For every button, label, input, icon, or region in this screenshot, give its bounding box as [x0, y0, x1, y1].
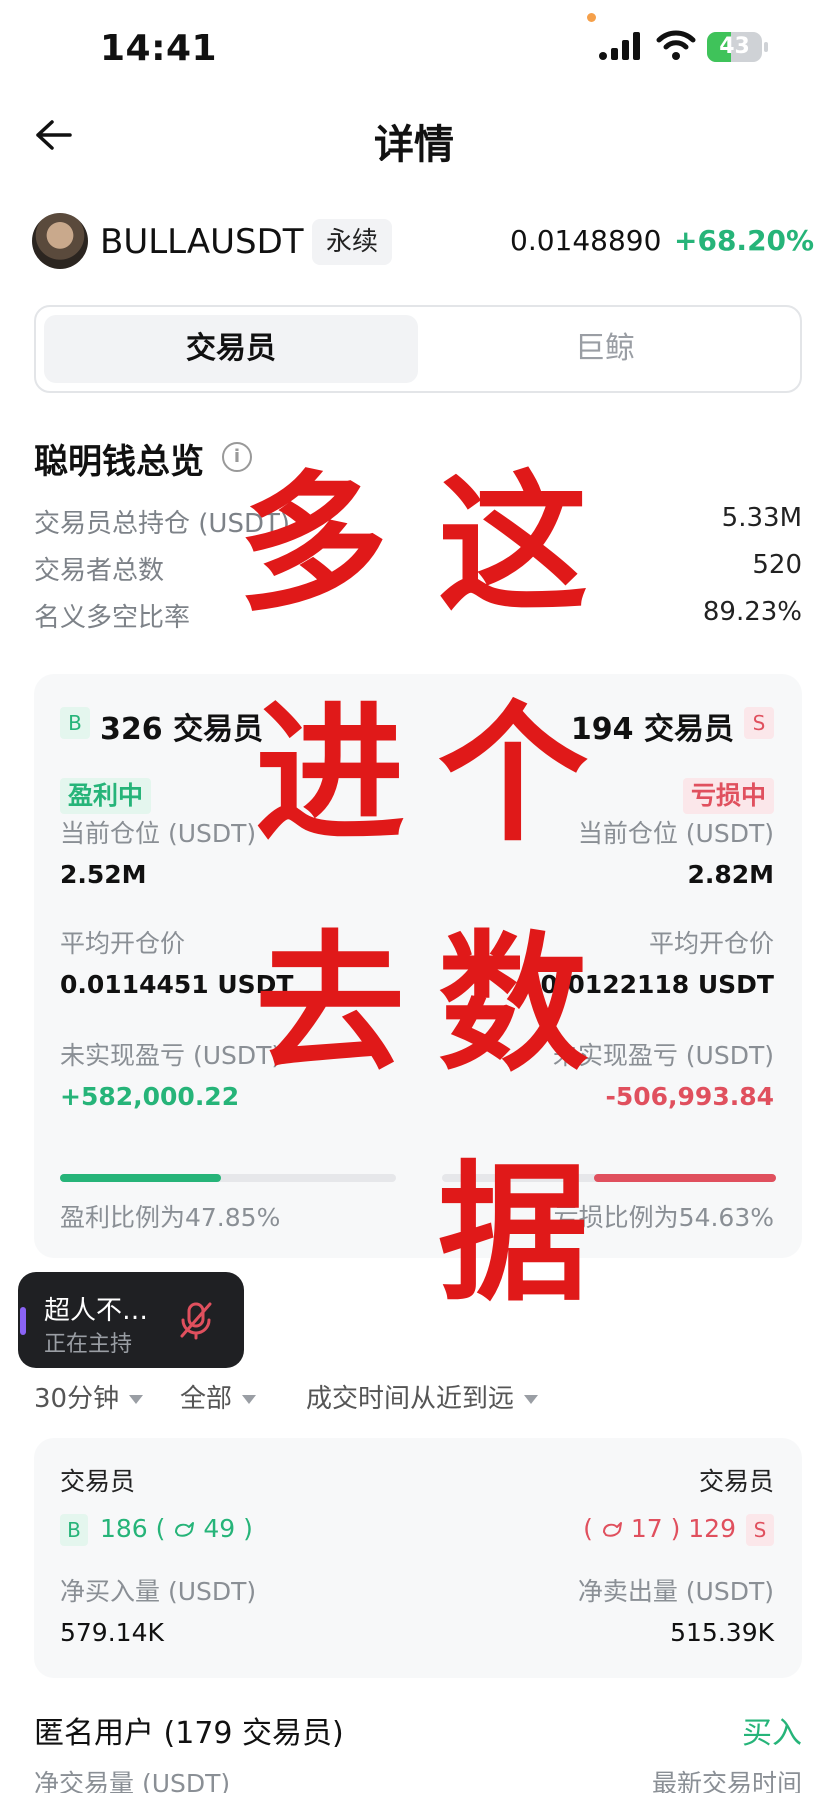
status-time: 14:41 — [100, 28, 218, 69]
coin-change: +68.20% — [674, 224, 815, 257]
long-pnl-value: +582,000.22 — [60, 1082, 240, 1111]
whale-icon — [175, 1522, 195, 1537]
battery-level: 43 — [719, 34, 750, 59]
net-buy-value: 579.14K — [60, 1618, 164, 1647]
sort-filter-label: 成交时间从近到远 — [306, 1384, 515, 1414]
battery-icon: 43 — [707, 32, 768, 62]
wifi-icon — [656, 30, 696, 60]
page-title: 详情 — [374, 122, 454, 168]
sell-badge: S — [746, 1514, 774, 1546]
overlay-char: 数 — [438, 918, 589, 1092]
overlay-char: 这 — [438, 458, 589, 632]
buy-badge: B — [60, 1514, 88, 1546]
net-buy-label: 净买入量 (USDT) — [60, 1577, 257, 1606]
stat-value: 5.33M — [721, 503, 802, 533]
sell-count: 129 — [688, 1514, 736, 1543]
stat-value: 520 — [752, 550, 802, 580]
caret-down-icon — [242, 1395, 257, 1404]
sell-traders-label: 交易员 — [698, 1467, 774, 1496]
caret-down-icon — [129, 1395, 144, 1404]
interval-filter[interactable]: 30分钟 — [34, 1378, 144, 1415]
coin-price: 0.0148890 — [510, 224, 662, 257]
long-trader-count: 326 交易员 — [100, 712, 264, 747]
short-pnl-value: -506,993.84 — [605, 1082, 774, 1111]
net-sell-value: 515.39K — [670, 1618, 774, 1647]
tab-traders[interactable]: 交易员 — [44, 315, 418, 383]
buy-whale-count: 49 — [203, 1514, 236, 1543]
short-position-label: 当前仓位 (USDT) — [577, 819, 774, 848]
scope-filter-label: 全部 — [180, 1384, 233, 1414]
net-volume-column-header: 净交易量 (USDT) — [34, 1769, 231, 1793]
mic-off-icon[interactable] — [174, 1298, 218, 1342]
live-host-name: 超人不… — [44, 1296, 149, 1326]
long-profit-bar-fill — [60, 1174, 221, 1182]
live-indicator — [20, 1307, 26, 1335]
section-title: 聪明钱总览 — [34, 442, 204, 482]
sell-badge: S — [744, 707, 774, 739]
long-ratio-text: 盈利比例为47.85% — [60, 1203, 281, 1232]
stat-label: 名义多空比率 — [34, 603, 191, 633]
short-trader-count: 194 交易员 — [570, 712, 734, 747]
latest-trade-time-column-header: 最新交易时间 — [651, 1769, 802, 1793]
tab-whales[interactable]: 巨鲸 — [418, 315, 792, 383]
interval-filter-label: 30分钟 — [34, 1384, 120, 1414]
buy-link[interactable]: 买入 — [742, 1708, 802, 1752]
long-pnl-label: 未实现盈亏 (USDT) — [60, 1041, 282, 1070]
coin-symbol: BULLAUSDT — [100, 222, 304, 262]
overlay-char: 去 — [255, 918, 406, 1092]
overlay-char: 进 — [255, 688, 406, 862]
live-host-status: 正在主持 — [44, 1332, 133, 1357]
buy-traders-label: 交易员 — [60, 1467, 136, 1496]
loss-status-badge: 亏损中 — [682, 778, 774, 814]
short-avg-price-label: 平均开仓价 — [648, 929, 774, 958]
long-position-value: 2.52M — [60, 860, 147, 889]
overlay-char: 个 — [438, 688, 589, 862]
scope-filter[interactable]: 全部 — [180, 1378, 257, 1415]
caret-down-icon — [524, 1395, 539, 1404]
coin-avatar — [32, 213, 88, 269]
contract-type-badge: 永续 — [312, 219, 392, 265]
short-loss-bar-fill — [593, 1174, 776, 1182]
overlay-char: 据 — [438, 1148, 589, 1322]
stat-value: 89.23% — [702, 597, 802, 627]
long-short-card — [34, 674, 802, 1258]
long-profit-bar — [60, 1174, 396, 1182]
long-position-label: 当前仓位 (USDT) — [60, 819, 257, 848]
overlay-char: 多 — [238, 458, 389, 632]
buy-count: 186 — [100, 1514, 148, 1543]
sort-filter[interactable]: 成交时间从近到远 — [306, 1378, 539, 1415]
sell-traders-count: ( 17 ) 129 S — [583, 1514, 774, 1546]
privacy-indicator — [587, 13, 596, 22]
anonymous-users-title: 匿名用户 (179 交易员) — [34, 1716, 344, 1751]
buy-traders-count: B 186 ( 49 ) — [60, 1514, 253, 1546]
buy-badge: B — [60, 707, 90, 739]
profit-status-badge: 盈利中 — [60, 778, 152, 814]
net-sell-label: 净卖出量 (USDT) — [577, 1577, 774, 1606]
whale-icon — [602, 1522, 622, 1537]
cellular-signal-icon — [599, 32, 640, 60]
sell-whale-count: 17 — [630, 1514, 663, 1543]
stat-label: 交易者总数 — [34, 556, 165, 586]
long-avg-price-label: 平均开仓价 — [60, 929, 186, 958]
short-position-value: 2.82M — [687, 860, 774, 889]
